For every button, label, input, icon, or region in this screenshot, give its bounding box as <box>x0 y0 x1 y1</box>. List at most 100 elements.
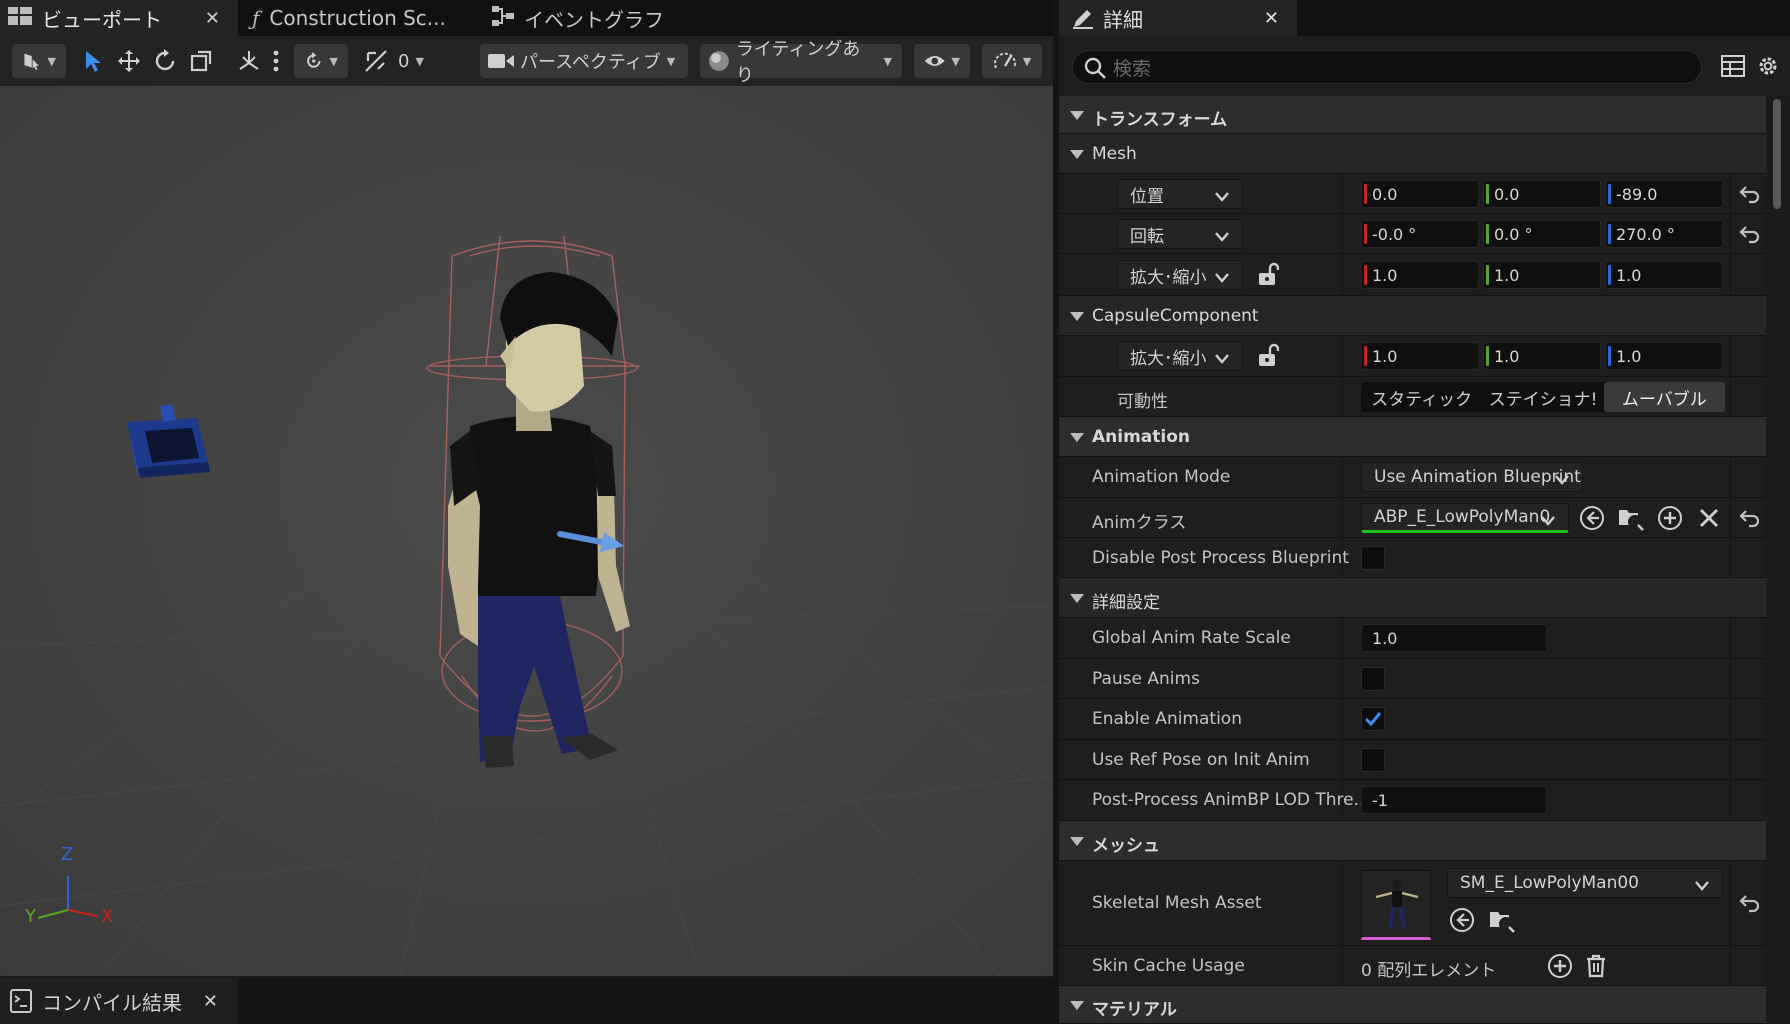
use-selected-arrow-icon[interactable] <box>1449 907 1475 933</box>
reset-arrow-icon[interactable] <box>1739 183 1761 205</box>
close-icon[interactable]: ✕ <box>1264 8 1279 29</box>
details-scrollbar[interactable] <box>1770 96 1784 1024</box>
location-x-field[interactable]: 0.0 <box>1361 180 1479 208</box>
scale-snap-button[interactable]: 0 ▼ <box>362 44 426 78</box>
collapse-arrow-icon[interactable] <box>1070 312 1084 321</box>
surface-snapping-button[interactable] <box>234 44 264 78</box>
pause-anims-checkbox[interactable] <box>1361 667 1385 691</box>
rotation-snap-button[interactable]: ▼ <box>294 44 348 78</box>
capsule-scale-y-field[interactable]: 1.0 <box>1483 342 1601 370</box>
lod-threshold-row: Post-Process AnimBP LOD Thre... -1 <box>1059 780 1766 821</box>
unlock-icon[interactable] <box>1257 343 1280 371</box>
location-z-field[interactable]: -89.0 <box>1605 180 1723 208</box>
perspective-dropdown[interactable]: パースペクティブ ▼ <box>480 44 688 78</box>
mobility-static-option[interactable]: スタティック <box>1361 382 1482 412</box>
collapse-arrow-icon[interactable] <box>1070 1001 1084 1010</box>
3d-viewport[interactable]: Z Y X <box>0 86 1053 976</box>
select-mode-button[interactable] <box>78 44 108 78</box>
reset-arrow-icon[interactable] <box>1739 892 1761 914</box>
chevron-down-icon <box>1694 877 1710 897</box>
rotation-z-field[interactable]: 270.0 ° <box>1605 220 1723 248</box>
capsule-scale-x-field[interactable]: 1.0 <box>1361 342 1479 370</box>
skeletal-mesh-thumbnail[interactable] <box>1361 870 1431 940</box>
scale-x-field[interactable]: 1.0 <box>1361 261 1479 289</box>
reset-arrow-icon[interactable] <box>1739 223 1761 245</box>
section-mesh-label: メッシュ <box>1092 836 1160 856</box>
viewport-panel: ビューポート ✕ ƒ Construction Sc... イベントグラフ ▼ <box>0 0 1053 1024</box>
animation-mode-dropdown[interactable]: Use Animation Blueprint <box>1361 462 1583 492</box>
reset-arrow-icon[interactable] <box>1739 507 1761 529</box>
viewport-options-button[interactable]: ▼ <box>12 44 66 78</box>
show-flags-button[interactable]: ▼ <box>914 44 970 78</box>
location-y-field[interactable]: 0.0 <box>1483 180 1601 208</box>
subsection-capsule[interactable]: CapsuleComponent <box>1059 296 1766 336</box>
global-anim-rate-field[interactable]: 1.0 <box>1361 624 1547 652</box>
global-anim-rate-row: Global Anim Rate Scale 1.0 <box>1059 618 1766 659</box>
tab-construction-script[interactable]: ƒ Construction Sc... <box>252 0 472 36</box>
lod-threshold-field[interactable]: -1 <box>1361 786 1547 814</box>
browse-folder-icon[interactable] <box>1489 907 1515 933</box>
collapse-arrow-icon[interactable] <box>1070 150 1084 159</box>
property-matrix-button[interactable] <box>1719 52 1747 80</box>
more-options-icon[interactable] <box>268 44 284 78</box>
enable-animation-checkbox[interactable] <box>1361 707 1385 731</box>
section-transform[interactable]: トランスフォーム <box>1059 96 1766 134</box>
anim-class-dropdown[interactable]: ABP_E_LowPolyMan0 <box>1361 503 1569 533</box>
use-ref-pose-label: Use Ref Pose on Init Anim <box>1092 750 1310 770</box>
performance-button[interactable]: ▼ <box>982 44 1042 78</box>
clear-x-icon[interactable] <box>1696 505 1722 531</box>
anim-class-row: Animクラス ABP_E_LowPolyMan0 <box>1059 498 1766 538</box>
details-settings-button[interactable] <box>1754 52 1782 80</box>
disable-post-process-checkbox[interactable] <box>1361 546 1385 570</box>
mobility-movable-option[interactable]: ムーバブル <box>1603 382 1725 412</box>
add-circle-icon[interactable] <box>1657 505 1683 531</box>
tab-compile-results[interactable]: コンパイル結果 ✕ <box>0 978 238 1024</box>
subsection-advanced[interactable]: 詳細設定 <box>1059 578 1766 618</box>
use-ref-pose-checkbox[interactable] <box>1361 748 1385 772</box>
capsule-scale-dropdown[interactable]: 拡大･縮小 <box>1117 341 1243 371</box>
scale-mode-button[interactable] <box>186 44 216 78</box>
rotation-dropdown[interactable]: 回転 <box>1117 219 1243 249</box>
collapse-arrow-icon[interactable] <box>1070 433 1084 442</box>
mobility-row: 可動性 スタティック ステイショナ! ムーバブル <box>1059 377 1766 417</box>
collapse-arrow-icon[interactable] <box>1070 594 1084 603</box>
collapse-arrow-icon[interactable] <box>1070 111 1084 120</box>
details-panel: 詳細 ✕ 検索 トランスフォーム Mesh 位置 0.0 0.0 -89.0 回… <box>1059 0 1790 1024</box>
skeletal-mesh-dropdown[interactable]: SM_E_LowPolyMan00 <box>1447 868 1723 898</box>
mobility-stationary-option[interactable]: ステイショナ! <box>1482 382 1603 412</box>
location-dropdown[interactable]: 位置 <box>1117 179 1243 209</box>
scale-z-field[interactable]: 1.0 <box>1605 261 1723 289</box>
tab-details[interactable]: 詳細 ✕ <box>1059 0 1297 36</box>
use-selected-arrow-icon[interactable] <box>1579 505 1605 531</box>
collapse-arrow-icon[interactable] <box>1070 837 1084 846</box>
rotation-y-field[interactable]: 0.0 ° <box>1483 220 1601 248</box>
unlock-icon[interactable] <box>1257 262 1280 290</box>
rotate-mode-button[interactable] <box>150 44 180 78</box>
tab-viewport[interactable]: ビューポート ✕ <box>0 0 238 36</box>
add-circle-icon[interactable] <box>1547 953 1573 979</box>
subsection-mesh[interactable]: Mesh <box>1059 134 1766 174</box>
rotation-x-field[interactable]: -0.0 ° <box>1361 220 1479 248</box>
section-mesh[interactable]: メッシュ <box>1059 821 1766 861</box>
section-animation[interactable]: Animation <box>1059 417 1766 457</box>
scale-dropdown[interactable]: 拡大･縮小 <box>1117 260 1243 290</box>
lighting-dropdown[interactable]: ライティングあり ▼ <box>700 39 902 86</box>
browse-folder-icon[interactable] <box>1618 505 1644 531</box>
close-icon[interactable]: ✕ <box>205 8 220 29</box>
section-material[interactable]: マテリアル <box>1059 986 1766 1024</box>
scale-y-field[interactable]: 1.0 <box>1483 261 1601 289</box>
mobility-label: 可動性 <box>1117 392 1168 412</box>
capsule-scale-z-field[interactable]: 1.0 <box>1605 342 1723 370</box>
close-icon[interactable]: ✕ <box>203 991 218 1012</box>
skin-cache-row: Skin Cache Usage 0 配列エレメント <box>1059 946 1766 986</box>
pause-anims-label: Pause Anims <box>1092 669 1200 689</box>
trash-icon[interactable] <box>1583 953 1609 979</box>
chevron-down-icon <box>1214 269 1230 289</box>
details-search-input[interactable]: 検索 <box>1072 50 1702 84</box>
scrollbar-thumb[interactable] <box>1773 99 1781 209</box>
translate-mode-button[interactable] <box>114 44 144 78</box>
skeletal-mesh-label: Skeletal Mesh Asset <box>1092 893 1262 913</box>
chevron-down-icon <box>1554 471 1570 491</box>
checkmark-icon <box>1364 712 1382 727</box>
tab-event-graph[interactable]: イベントグラフ <box>492 0 712 36</box>
